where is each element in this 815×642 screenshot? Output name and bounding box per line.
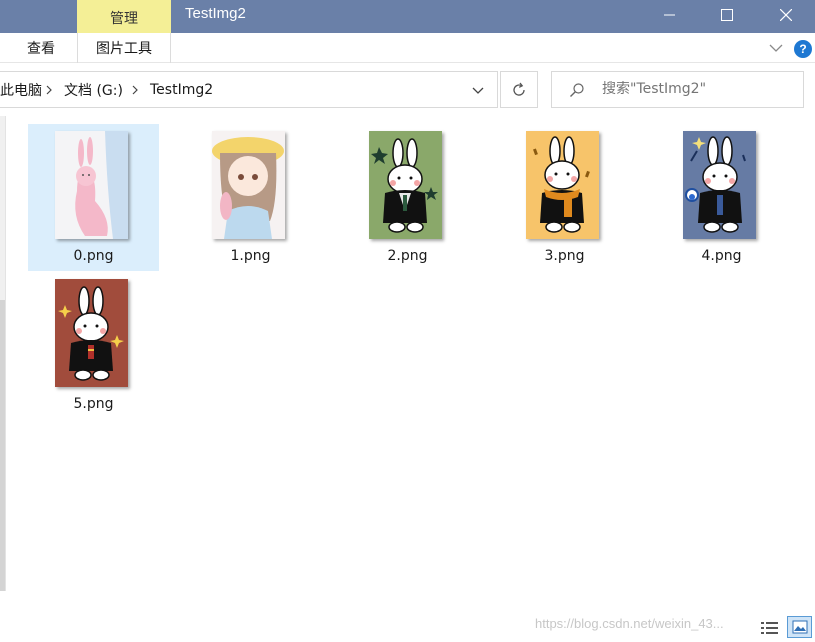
address-bar[interactable]: 此电脑 文档 (G:) TestImg2	[0, 71, 498, 108]
large-icons-view-button[interactable]	[787, 616, 812, 638]
chevron-down-icon[interactable]	[470, 82, 486, 98]
file-name: 3.png	[544, 248, 585, 264]
minimize-button[interactable]	[647, 0, 693, 30]
title-bar: 管理 TestImg2	[0, 0, 815, 33]
chevron-right-icon[interactable]	[45, 72, 53, 107]
file-item[interactable]: 4.png	[656, 124, 787, 271]
file-thumbnail	[526, 131, 599, 239]
refresh-button[interactable]	[500, 71, 538, 108]
file-name: 5.png	[73, 396, 114, 412]
file-name: 0.png	[73, 248, 114, 264]
file-thumbnail	[55, 279, 128, 387]
nav-pane-scrollbar[interactable]	[0, 300, 5, 591]
file-item[interactable]: 0.png	[28, 124, 159, 271]
file-thumbnail	[212, 131, 285, 239]
file-thumbnail	[55, 131, 128, 239]
search-box[interactable]	[551, 71, 804, 108]
minimize-icon	[664, 14, 675, 16]
file-name: 1.png	[230, 248, 271, 264]
tab-picture-tools[interactable]: 图片工具	[77, 33, 171, 63]
tab-view[interactable]: 查看	[27, 33, 55, 63]
crumb-folder[interactable]: TestImg2	[150, 72, 213, 107]
watermark-text: https://blog.csdn.net/weixin_43...	[535, 616, 724, 631]
ribbon-tabs: 查看 图片工具	[0, 33, 815, 63]
search-input[interactable]	[602, 81, 797, 97]
file-item[interactable]: 2.png	[342, 124, 473, 271]
file-name: 4.png	[701, 248, 742, 264]
maximize-icon	[721, 9, 733, 21]
crumb-drive[interactable]: 文档 (G:)	[64, 72, 123, 107]
manage-context-tab[interactable]: 管理	[77, 0, 171, 33]
close-button[interactable]	[763, 0, 809, 30]
details-view-icon[interactable]	[760, 620, 780, 638]
file-item[interactable]: 3.png	[499, 124, 630, 271]
refresh-icon	[513, 82, 525, 96]
file-thumbnail	[683, 131, 756, 239]
file-name: 2.png	[387, 248, 428, 264]
crumb-this-pc[interactable]: 此电脑	[0, 72, 42, 107]
large-icons-icon	[792, 620, 807, 634]
maximize-button[interactable]	[704, 0, 750, 30]
chevron-right-icon[interactable]	[131, 72, 139, 107]
search-icon	[570, 83, 584, 97]
file-item[interactable]: 5.png	[28, 272, 159, 419]
file-item[interactable]: 1.png	[185, 124, 316, 271]
file-thumbnail	[369, 131, 442, 239]
help-icon[interactable]: ?	[794, 40, 812, 58]
window-title: TestImg2	[185, 5, 246, 22]
close-icon	[780, 9, 792, 21]
ribbon-expand-icon[interactable]	[768, 40, 784, 56]
